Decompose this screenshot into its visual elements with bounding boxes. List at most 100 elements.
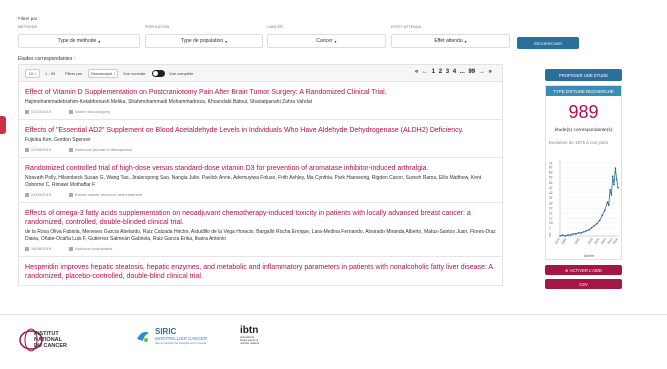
- chart-title: Evolution de 1975 à nos jours: [549, 140, 609, 145]
- chart-point: [614, 167, 617, 170]
- pager-page-4[interactable]: 4: [453, 69, 456, 75]
- chart-point: [580, 232, 582, 234]
- effect-select[interactable]: Effet attendu ▾: [391, 34, 510, 48]
- calendar-icon: [25, 192, 29, 197]
- chart-point: [577, 232, 580, 234]
- per-page-select[interactable]: 10 ↕: [25, 69, 40, 78]
- method-select[interactable]: Type de méthode ▾: [18, 34, 140, 48]
- chart-x-tick-label: 2019: [612, 237, 619, 245]
- study-title-link[interactable]: Effects of omega-3 fatty acids supplemen…: [25, 209, 496, 227]
- chart-point: [585, 229, 588, 232]
- chart-y-tick-label: 7: [549, 227, 551, 231]
- pager-first[interactable]: «: [415, 69, 418, 75]
- pager-next[interactable]: →: [479, 69, 485, 75]
- study-title-link[interactable]: Effects of "Essential AD2" Supplement on…: [25, 126, 496, 135]
- study-item: Hesperidin improves hepatic steatosis, h…: [19, 257, 502, 285]
- inca-logo: INSTITUT NATIONAL DU CANCER: [18, 327, 67, 353]
- chart-point: [615, 178, 618, 181]
- view-toggle[interactable]: [152, 70, 165, 77]
- ibtn-logo: ibtn international breast cancer & nutri…: [240, 325, 262, 345]
- chevron-down-icon: ▾: [334, 38, 337, 44]
- chart-point: [607, 204, 610, 207]
- study-meta: 01/09/2019 American journal of therapeut…: [25, 147, 496, 152]
- study-title-link[interactable]: Hesperidin improves hepatic steatosis, h…: [25, 263, 496, 281]
- activate-help-label: ACTIVER L'AIDE: [569, 267, 602, 273]
- study-journal: World neurosurgery: [69, 109, 110, 114]
- chart-point: [596, 222, 598, 225]
- chart-point: [572, 233, 575, 235]
- sort-label: Filtrer par: [65, 71, 83, 76]
- inca-line3: DU CANCER: [34, 343, 67, 349]
- chart-y-tick-label: 27: [549, 206, 553, 210]
- study-journal-text: Breast cancer research and treatment: [75, 192, 143, 197]
- result-count: 989: [568, 102, 599, 122]
- pager-page-3[interactable]: 3: [446, 69, 449, 75]
- pager-page-1[interactable]: 1: [432, 69, 435, 75]
- chart-point: [617, 186, 619, 189]
- csv-button[interactable]: CSV: [545, 279, 622, 289]
- pagination: « ← 1 2 3 4 ... 99 → »: [415, 69, 494, 75]
- chart-point: [582, 230, 585, 233]
- study-journal-text: American journal of therapeutics: [75, 147, 133, 152]
- study-meta: 01/10/2019 World neurosurgery: [25, 109, 496, 114]
- chart-point: [609, 188, 611, 191]
- pager-prev[interactable]: ←: [422, 69, 428, 75]
- complete-view-label: Vue complète: [169, 71, 194, 76]
- filter-title: Filtrer par :: [18, 16, 40, 21]
- study-authors: Fujioka Ken, Gordon Spencer: [25, 137, 91, 143]
- inca-text: INSTITUT NATIONAL DU CANCER: [34, 331, 67, 349]
- chart-point: [613, 183, 615, 186]
- study-title-link[interactable]: Effect of Vitamin D Supplementation on P…: [25, 88, 496, 97]
- pager-last[interactable]: »: [488, 69, 491, 75]
- evolution-chart: 027131722273237424752576267711975 1980 199…: [549, 160, 619, 258]
- study-item: Effect of Vitamin D Supplementation on P…: [19, 82, 502, 120]
- study-journal-text: Nutricion hospitalaria: [75, 246, 113, 251]
- chart-point: [593, 224, 596, 227]
- chart-x-tick-label: 2010: [600, 237, 607, 245]
- cancer-select[interactable]: Cancer ▾: [267, 34, 386, 48]
- study-title-link[interactable]: Randomized controlled trial of high-dose…: [25, 164, 496, 173]
- pager-page-2[interactable]: 2: [439, 69, 442, 75]
- journal-icon: [69, 109, 74, 114]
- chart-y-tick-label: 22: [549, 212, 553, 216]
- filter-label-effect: EFFET ATTENDU: [391, 25, 422, 29]
- chart-point: [574, 233, 577, 235]
- study-journal-text: World neurosurgery: [75, 109, 111, 114]
- activate-help-button[interactable]: ⊕ ACTIVER L'AIDE: [545, 265, 622, 275]
- side-tab-marker[interactable]: [0, 116, 6, 134]
- chart-point: [569, 234, 572, 236]
- study-type-heading: TYPE D'ETUDE RECHERCHÉ: [546, 86, 621, 96]
- pager-page-last[interactable]: 99: [468, 69, 475, 75]
- study-date-text: 26/08/2019: [31, 246, 52, 251]
- search-button[interactable]: RECHERCHER: [517, 37, 579, 49]
- chart-y-tick-label: 71: [549, 161, 553, 165]
- chart-x-axis-label: Année: [584, 254, 594, 258]
- sort-select[interactable]: Descendant ↕: [88, 69, 118, 78]
- chevron-down-icon: ▾: [464, 38, 467, 44]
- chart-point: [559, 235, 561, 237]
- chart-point: [606, 201, 609, 204]
- study-journal: American journal of therapeutics: [69, 147, 132, 152]
- chart-point: [598, 219, 601, 222]
- chart-point: [588, 228, 590, 231]
- chart-y-tick-label: 2: [549, 232, 551, 236]
- chart-x-tick-label: 2005: [593, 237, 600, 245]
- siric-title: SIRIC: [155, 327, 177, 336]
- chart-y-tick-label: 37: [549, 196, 553, 200]
- chart-x-tick-label: 1990: [573, 237, 580, 245]
- chart-y-tick-label: 62: [549, 171, 553, 175]
- chart-y-tick-label: 42: [549, 191, 553, 195]
- propose-study-button[interactable]: PROPOSER UNE ETUDE: [545, 69, 622, 81]
- chart-y-tick-label: 13: [549, 221, 553, 225]
- study-item: Effects of "Essential AD2" Supplement on…: [19, 120, 502, 158]
- chart-point: [610, 194, 613, 196]
- study-date: 26/08/2019: [25, 246, 51, 251]
- footer: INSTITUT NATIONAL DU CANCER SIRIC MONTPE…: [0, 314, 667, 369]
- population-select[interactable]: Type de population ▾: [145, 34, 263, 48]
- chart-y-tick-label: 32: [549, 201, 553, 205]
- effect-select-label: Effet attendu: [434, 38, 463, 44]
- study-date-text: 01/09/2019: [31, 192, 52, 197]
- siric-small: Site de Recherche Intégrée sur le Cancer: [155, 341, 207, 345]
- results-label: Etudes correspondantes :: [18, 56, 75, 62]
- cancer-select-label: Cancer: [316, 38, 333, 44]
